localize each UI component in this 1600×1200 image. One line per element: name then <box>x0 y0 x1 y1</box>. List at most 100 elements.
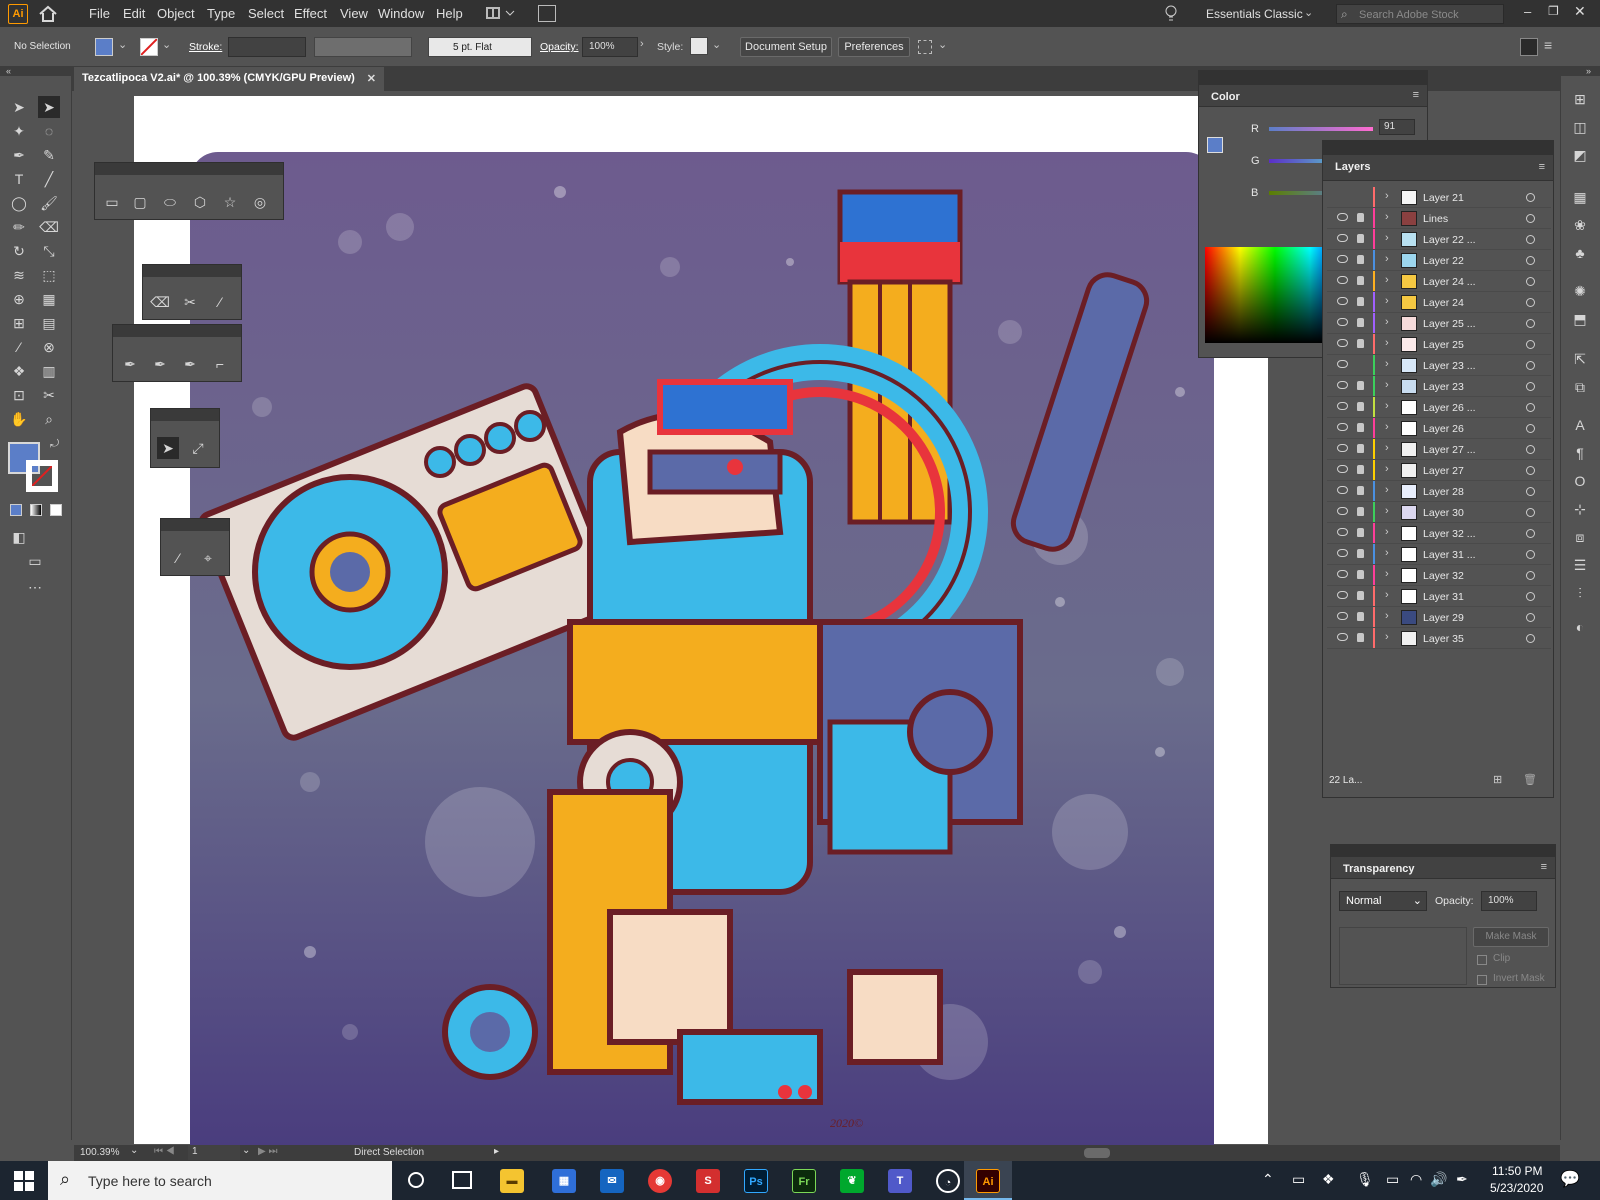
layer-name[interactable]: Layer 26 <box>1423 423 1464 435</box>
battery-icon[interactable]: ▭ <box>1386 1171 1399 1188</box>
visibility-toggle-empty[interactable] <box>1335 190 1349 204</box>
delete-anchor-point-icon[interactable]: ✒ <box>179 353 201 375</box>
layer-name[interactable]: Layer 35 <box>1423 633 1464 645</box>
invert-mask-checkbox[interactable] <box>1477 975 1487 985</box>
pen-workspace-icon[interactable]: ✒ <box>1456 1171 1468 1188</box>
r-value[interactable]: 91 <box>1379 119 1415 135</box>
layer-row[interactable]: › Layer 25 <box>1327 334 1551 355</box>
lock-icon[interactable] <box>1357 465 1364 474</box>
target-circle-icon[interactable] <box>1526 445 1535 454</box>
microphone-icon[interactable]: 🎙 <box>1356 1171 1374 1188</box>
direct-selection-tool-icon[interactable]: ➤ <box>157 437 179 459</box>
chrome-icon[interactable]: ◉ <box>648 1169 672 1193</box>
menu-effect[interactable]: Effect <box>294 6 327 21</box>
notifications-icon[interactable]: 💬 <box>1560 1169 1580 1189</box>
flare-tool-icon[interactable]: ◎ <box>249 191 271 213</box>
dropbox-icon[interactable]: ❖ <box>1322 1171 1335 1188</box>
stroke-panel-icon[interactable]: ✺ <box>1569 280 1591 302</box>
display-icon[interactable]: ▭ <box>1292 1171 1305 1188</box>
visibility-eye-icon[interactable] <box>1337 339 1348 347</box>
color-mode-button[interactable] <box>10 504 22 516</box>
layer-row[interactable]: › Layer 23 ... <box>1327 355 1551 376</box>
restore-button[interactable]: ❐ <box>1548 4 1559 18</box>
lock-icon[interactable] <box>1357 402 1364 411</box>
pathfinder-icon[interactable]: ⧈ <box>1569 526 1591 548</box>
layer-row[interactable]: › Layer 21 <box>1327 187 1551 208</box>
layer-row[interactable]: › Layer 22 ... <box>1327 229 1551 250</box>
clock-time[interactable]: 11:50 PM <box>1492 1164 1542 1178</box>
warp-tool-icon[interactable]: ≋ <box>8 264 30 286</box>
collapse-panels-icon[interactable]: « <box>6 66 11 76</box>
new-layer-icon[interactable]: ⊞ <box>1493 773 1502 786</box>
layer-row[interactable]: › Layer 32 ... <box>1327 523 1551 544</box>
lock-icon[interactable] <box>1357 381 1364 390</box>
align-panel-icon[interactable]: ☰ <box>1569 554 1591 576</box>
speaker-icon[interactable]: 🔊 <box>1430 1171 1447 1188</box>
layer-name[interactable]: Layer 23 ... <box>1423 360 1476 372</box>
stroke-weight-stepper[interactable] <box>228 37 306 57</box>
menu-edit[interactable]: Edit <box>123 6 145 21</box>
home-icon[interactable] <box>38 5 58 23</box>
expand-chevron-icon[interactable]: › <box>1385 463 1389 475</box>
delete-layer-icon[interactable]: 🗑 <box>1523 773 1537 786</box>
paragraph-icon[interactable]: ¶ <box>1569 442 1591 464</box>
layer-name[interactable]: Layer 24 <box>1423 297 1464 309</box>
distribute-icon[interactable]: ⫶ <box>1569 582 1591 604</box>
transform-icon[interactable]: ⊹ <box>1569 498 1591 520</box>
layer-name[interactable]: Layer 22 ... <box>1423 234 1476 246</box>
appearance-icon[interactable]: ⬒ <box>1569 308 1591 330</box>
none-mode-button[interactable] <box>50 504 62 516</box>
layer-row[interactable]: › Layer 27 ... <box>1327 439 1551 460</box>
ellipse-tool-icon[interactable]: ⬭ <box>159 191 181 213</box>
opacity-input[interactable]: 100% <box>582 37 638 57</box>
chevron-down-icon[interactable]: ⌄ <box>162 38 171 51</box>
blend-mode-select[interactable]: Normal ⌄ <box>1339 891 1427 911</box>
lock-icon[interactable] <box>1357 234 1364 243</box>
brush-definition-dropdown[interactable]: 5 pt. Flat <box>428 37 532 57</box>
file-explorer-icon[interactable]: ▬ <box>500 1169 524 1193</box>
artboard-tool-icon[interactable]: ⊡ <box>8 384 30 406</box>
target-circle-icon[interactable] <box>1526 319 1535 328</box>
layer-name[interactable]: Layer 26 ... <box>1423 402 1476 414</box>
lock-icon[interactable] <box>1357 486 1364 495</box>
target-circle-icon[interactable] <box>1526 508 1535 517</box>
layer-name[interactable]: Layer 32 ... <box>1423 528 1476 540</box>
layer-name[interactable]: Lines <box>1423 213 1448 225</box>
photoshop-icon[interactable]: Ps <box>744 1169 768 1193</box>
make-mask-button[interactable]: Make Mask <box>1473 927 1549 947</box>
paintbrush-icon[interactable]: 🖌 <box>38 192 60 214</box>
blend-tool-icon[interactable]: ⊗ <box>38 336 60 358</box>
lock-icon[interactable] <box>1357 444 1364 453</box>
layer-row[interactable]: › Layer 31 <box>1327 586 1551 607</box>
chevron-down-icon[interactable]: ⌄ <box>130 1145 138 1156</box>
properties-icon[interactable]: ⊞ <box>1569 88 1591 110</box>
chevron-up-icon[interactable]: ⌃ <box>1262 1171 1274 1188</box>
document-tab[interactable]: Tezcatlipoca V2.ai* @ 100.39% (CMYK/GPU … <box>74 67 384 91</box>
stock-search-input[interactable]: ⌕ Search Adobe Stock <box>1336 4 1504 24</box>
lock-icon[interactable] <box>1357 507 1364 516</box>
illustrator-taskbar-button[interactable]: Ai <box>964 1161 1012 1200</box>
layer-row[interactable]: › Layer 23 <box>1327 376 1551 397</box>
type-tool-icon[interactable]: T <box>8 168 30 190</box>
workspace-switcher[interactable]: Essentials Classic <box>1206 7 1303 21</box>
pencil-icon[interactable]: ✏ <box>8 216 30 238</box>
symbols-icon[interactable]: ♣ <box>1569 242 1591 264</box>
layer-row[interactable]: › Layer 30 <box>1327 502 1551 523</box>
zoom-tool-icon[interactable]: ⌕ <box>38 408 60 430</box>
expand-chevron-icon[interactable]: › <box>1385 631 1389 643</box>
r-slider[interactable] <box>1269 127 1373 131</box>
teams-icon[interactable]: T <box>888 1169 912 1193</box>
layer-name[interactable]: Layer 30 <box>1423 507 1464 519</box>
visibility-eye-icon[interactable] <box>1337 591 1348 599</box>
layer-name[interactable]: Layer 29 <box>1423 612 1464 624</box>
expand-chevron-icon[interactable]: › <box>1385 484 1389 496</box>
document-setup-button[interactable]: Document Setup <box>740 37 832 57</box>
layer-row[interactable]: › Layer 29 <box>1327 607 1551 628</box>
target-circle-icon[interactable] <box>1526 235 1535 244</box>
layer-name[interactable]: Layer 31 ... <box>1423 549 1476 561</box>
target-circle-icon[interactable] <box>1526 193 1535 202</box>
artboard-navigation[interactable]: ⏮ ◀ <box>154 1146 175 1157</box>
artwork[interactable]: 2020© <box>190 152 1214 1146</box>
scrollbar-thumb[interactable] <box>1084 1148 1110 1158</box>
target-circle-icon[interactable] <box>1526 340 1535 349</box>
